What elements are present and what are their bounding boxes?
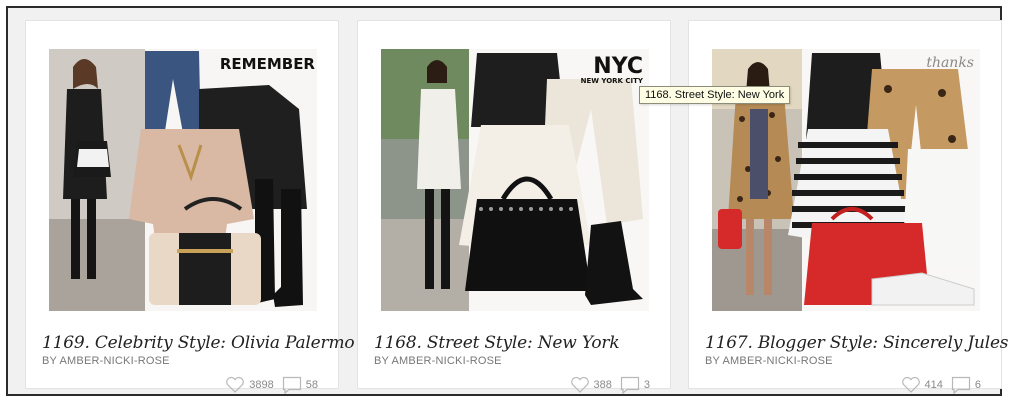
image-tooltip: 1168. Street Style: New York	[639, 86, 791, 104]
set-title[interactable]: 1168. Street Style: New York	[374, 333, 620, 353]
set-card[interactable]: NYC NEW YORK CITY 1168. Street Style: Ne…	[357, 20, 671, 394]
badge-subtext: NEW YORK CITY	[581, 77, 644, 85]
comment-icon[interactable]	[282, 376, 302, 394]
badge-text: thanks	[926, 55, 974, 71]
heart-icon[interactable]	[570, 376, 590, 394]
comment-count: 58	[305, 379, 318, 391]
set-image[interactable]: NYC NEW YORK CITY	[381, 49, 649, 311]
heart-icon[interactable]	[901, 376, 921, 394]
comment-count: 3	[643, 379, 650, 391]
set-card[interactable]: thanks 1167. Blogger Style: Sincerely Ju…	[688, 20, 1009, 394]
set-stats: 388 3	[570, 376, 654, 394]
set-card[interactable]: REMEMBER 1169. Celebrity Style: Olivia P…	[25, 20, 355, 394]
comment-icon[interactable]	[951, 376, 971, 394]
set-author[interactable]: BY AMBER-NICKI-ROSE	[42, 355, 170, 367]
comment-count: 6	[974, 379, 981, 391]
like-count: 3898	[249, 379, 274, 391]
collection-grid: REMEMBER 1169. Celebrity Style: Olivia P…	[6, 6, 1009, 396]
like-count: 388	[593, 379, 612, 391]
comment-icon[interactable]	[620, 376, 640, 394]
set-author[interactable]: BY AMBER-NICKI-ROSE	[705, 355, 833, 367]
set-stats: 3898 58	[225, 376, 322, 394]
set-image[interactable]: REMEMBER	[49, 49, 317, 311]
set-stats: 414 6	[901, 376, 985, 394]
set-author[interactable]: BY AMBER-NICKI-ROSE	[374, 355, 502, 367]
like-count: 414	[924, 379, 943, 391]
heart-icon[interactable]	[225, 376, 245, 394]
set-title[interactable]: 1167. Blogger Style: Sincerely Jules	[705, 333, 1009, 353]
badge-text: REMEMBER	[220, 55, 316, 73]
set-title[interactable]: 1169. Celebrity Style: Olivia Palermo	[42, 333, 355, 353]
badge-text: NYC	[593, 54, 643, 79]
